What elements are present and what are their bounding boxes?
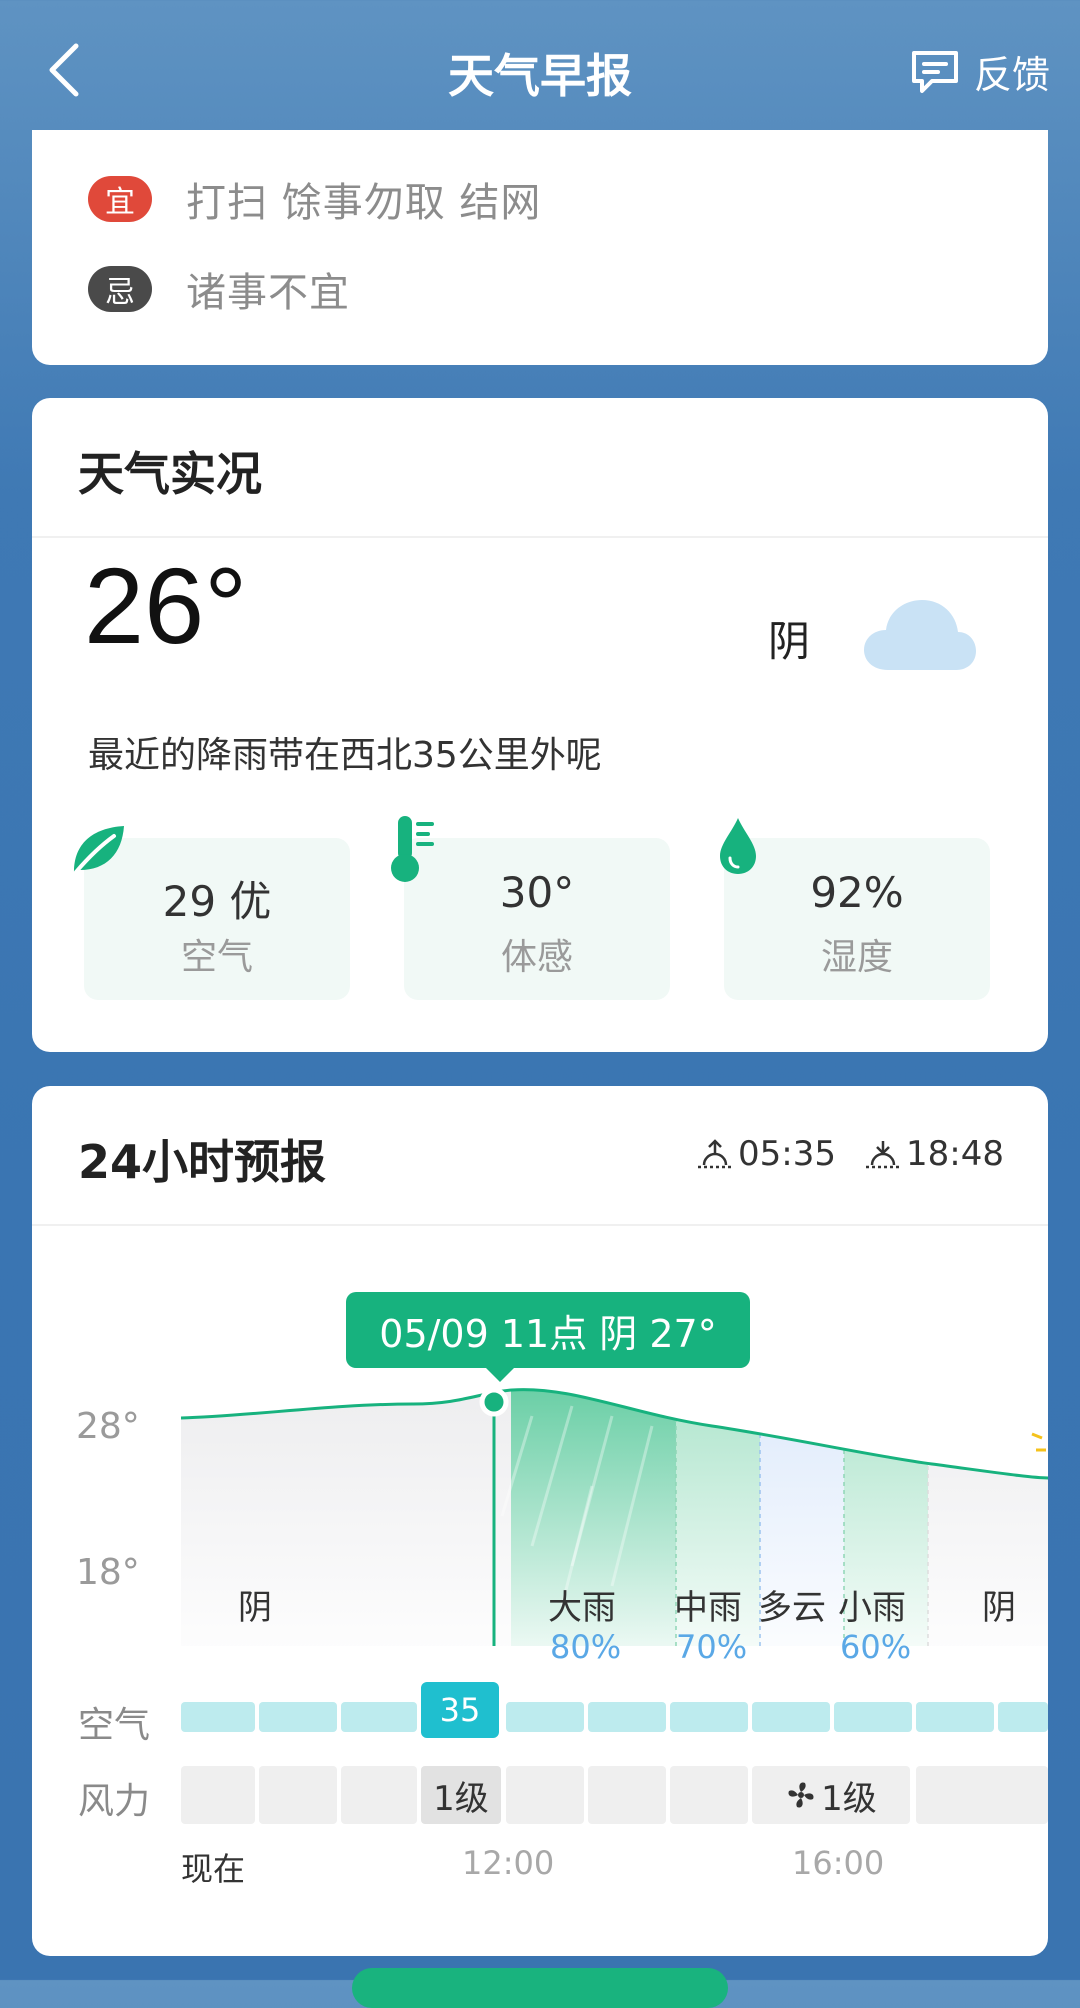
air-quality-segment [834,1702,912,1732]
yi-badge: 宜 [88,176,152,222]
humidity-value: 92% [810,868,904,917]
air-quality-segment [670,1702,748,1732]
precip-probability: 70% [676,1628,748,1666]
yi-row: 宜 打扫 馀事勿取 结网 [88,170,541,228]
air-quality-label: 空气 [180,937,253,978]
weather-label: 大雨 [548,1588,616,1628]
air-quality-segment [259,1702,337,1732]
wind-segment [341,1766,417,1824]
cloud-icon [864,600,976,670]
air-quality-segment [341,1702,417,1732]
wind-segment [670,1766,748,1824]
air-quality-selected[interactable]: 35 [421,1682,499,1738]
time-label-now: 现在 [181,1850,246,1888]
current-weather-card[interactable]: 天气实况 26° 阴 最近的降雨带在西北35公里外呢 29 优 空气 30° 体… [32,398,1048,1052]
ji-row: 忌 诸事不宜 [88,260,350,318]
wind-level: 1级 [821,1778,877,1819]
hour-tooltip: 05/09 11点 阴 27° [346,1292,750,1382]
air-quality-segment [916,1702,994,1732]
air-row-label: 空气 [78,1705,151,1746]
y-tick-low: 18° [76,1552,140,1593]
leaf-icon [74,826,124,874]
header-bar: 天气早报 反馈 [0,0,1080,130]
rain-distance-note: 最近的降雨带在西北35公里外呢 [88,735,602,776]
weather-label: 阴 [238,1588,272,1628]
wind-row-label: 风力 [78,1781,151,1822]
wind-segment [181,1766,255,1824]
feels-like-stat[interactable]: 30° 体感 [404,838,670,1000]
section-title-current: 天气实况 [78,447,262,501]
feedback-icon [911,50,958,93]
current-condition: 阴 [768,617,811,666]
bottom-action-button[interactable] [352,1968,728,2008]
air-quality-segment [181,1702,255,1732]
feels-like-label: 体感 [500,937,573,978]
precip-probability: 80% [550,1628,622,1666]
wind-segment [588,1766,666,1824]
air-quality-segment [998,1702,1048,1732]
weather-label: 小雨 [838,1588,906,1628]
fan-icon [788,1782,814,1808]
weather-label: 中雨 [674,1588,742,1628]
thermometer-icon [391,816,434,882]
wind-segment [506,1766,584,1824]
time-label: 12:00 [462,1844,555,1882]
wind-level: 1级 [433,1778,489,1819]
ji-text: 诸事不宜 [186,270,350,316]
humidity-label: 湿度 [820,937,893,978]
feedback-label: 反馈 [973,53,1050,97]
sun-partial-icon [1031,1432,1046,1452]
ji-badge: 忌 [88,266,152,312]
precip-probability: 60% [840,1628,912,1666]
divider [32,536,1048,538]
selected-hour-dot[interactable] [479,1387,509,1417]
time-label: 16:00 [792,1844,885,1882]
weather-label: 多云 [758,1588,826,1628]
air-quality-value: 29 优 [162,877,272,926]
band-overcast-1 [181,1389,511,1646]
air-quality-segment [588,1702,666,1732]
hourly-forecast-card[interactable]: 24小时预报 05:35 18:48 05/09 11点 阴 27° 28° 1… [32,1086,1048,1956]
weather-label: 阴 [982,1588,1016,1628]
humidity-stat[interactable]: 92% 湿度 [724,838,990,1000]
feels-like-value: 30° [499,868,575,917]
y-tick-high: 28° [76,1406,140,1447]
feedback-button[interactable]: 反馈 [910,44,1050,99]
yi-text: 打扫 馀事勿取 结网 [186,180,542,226]
wind-segment [259,1766,337,1824]
wind-segment [916,1766,1048,1824]
air-quality-segment [752,1702,830,1732]
droplet-icon [720,818,756,874]
air-quality-segment [506,1702,584,1732]
current-temperature: 26° [84,545,248,666]
wind-level-with-icon: 1级 [752,1766,910,1824]
almanac-card: 宜 打扫 馀事勿取 结网 忌 诸事不宜 [32,130,1048,365]
